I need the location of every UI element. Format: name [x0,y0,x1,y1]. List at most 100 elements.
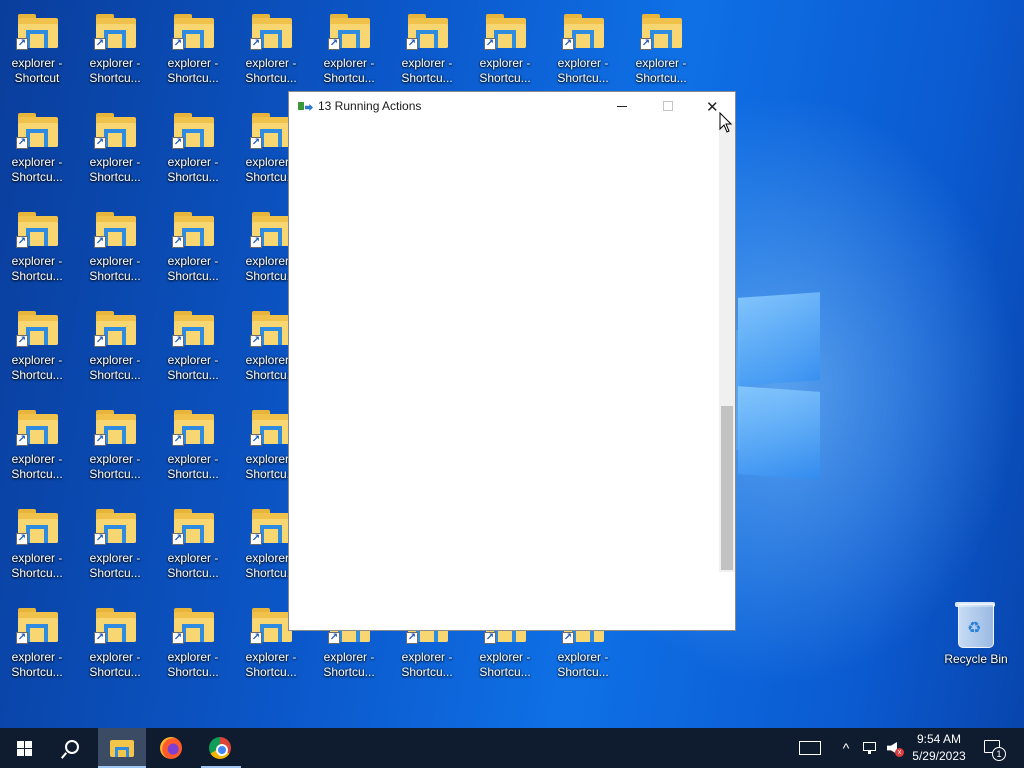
folder-icon: ↗ [172,606,216,646]
folder-icon: ↗ [484,12,528,52]
shortcut-arrow-icon: ↗ [94,632,106,644]
taskbar-firefox[interactable] [148,728,196,768]
desktop-shortcut-explorer[interactable]: ↗ explorer - Shortcu... [156,309,230,401]
desktop-icon-label: explorer - Shortcu... [557,650,609,679]
shortcut-arrow-icon: ↗ [94,38,106,50]
desktop-icon-label: explorer - Shortcu... [89,452,141,481]
clock-time: 9:54 AM [916,732,962,746]
desktop-shortcut-explorer[interactable]: ↗ explorer - Shortcu... [156,606,230,698]
shortcut-arrow-icon: ↗ [250,38,262,50]
desktop-icon-label: explorer - Shortcu... [401,56,453,85]
desktop-shortcut-explorer[interactable]: ↗ explorer - Shortcu... [0,309,74,401]
shortcut-arrow-icon: ↗ [94,335,106,347]
shortcut-arrow-icon: ↗ [328,632,340,644]
desktop-icon-label: explorer - Shortcu... [89,551,141,580]
folder-icon: ↗ [172,210,216,250]
folder-icon: ↗ [94,111,138,151]
desktop-icon-label: explorer - Shortcu... [401,650,453,679]
desktop-shortcut-explorer[interactable]: ↗ explorer - Shortcu... [156,210,230,302]
desktop-shortcut-explorer[interactable]: ↗ explorer - Shortcu... [156,12,230,104]
desktop-icon-label: explorer - Shortcu... [167,353,219,382]
clock[interactable]: 9:54 AM 5/29/2023 [908,728,970,768]
shortcut-arrow-icon: ↗ [16,335,28,347]
desktop-shortcut-explorer[interactable]: ↗ explorer - Shortcu... [78,210,152,302]
scrollbar-thumb[interactable] [721,406,733,570]
desktop-shortcut-explorer[interactable]: ↗ explorer - Shortcu... [156,408,230,500]
taskbar: ^ x 9:54 AM 5/29/2023 1 [0,728,1024,768]
desktop-icon-label: explorer - Shortcu... [11,452,63,481]
folder-icon: ↗ [94,210,138,250]
shortcut-arrow-icon: ↗ [250,434,262,446]
desktop-icon-label: explorer - Shortcu... [11,353,63,382]
desktop-shortcut-explorer[interactable]: ↗ explorer - Shortcu... [0,408,74,500]
volume-button[interactable]: x [884,728,906,768]
desktop-icon-label: explorer - Shortcu... [479,650,531,679]
desktop[interactable]: ↗ explorer - Shortcut ↗ explorer - Shortcu...… [0,0,1024,728]
shortcut-arrow-icon: ↗ [94,434,106,446]
shortcut-arrow-icon: ↗ [484,632,496,644]
shortcut-arrow-icon: ↗ [172,533,184,545]
desktop-shortcut-explorer[interactable]: ↗ explorer - Shortcu... [0,210,74,302]
network-button[interactable] [860,728,880,768]
desktop-shortcut-explorer[interactable]: ↗ explorer - Shortcu... [78,606,152,698]
taskbar-file-explorer[interactable] [98,728,146,768]
title-bar[interactable]: 13 Running Actions ✕ [289,92,735,122]
shortcut-arrow-icon: ↗ [250,533,262,545]
vertical-scrollbar[interactable] [719,122,735,572]
desktop-shortcut-explorer[interactable]: ↗ explorer - Shortcu... [78,408,152,500]
shortcut-arrow-icon: ↗ [16,137,28,149]
folder-icon: ↗ [172,12,216,52]
news-icon [799,741,821,755]
folder-icon: ↗ [328,12,372,52]
shortcut-arrow-icon: ↗ [250,236,262,248]
desktop-icon-label: explorer - Shortcu... [11,155,63,184]
folder-icon: ↗ [94,309,138,349]
notification-count: 1 [992,747,1006,761]
desktop-icon-label: explorer - Shortcu... [89,155,141,184]
shortcut-arrow-icon: ↗ [172,632,184,644]
desktop-shortcut-explorer[interactable]: ↗ explorer - Shortcu... [78,309,152,401]
shortcut-arrow-icon: ↗ [16,38,28,50]
search-button[interactable] [48,728,96,768]
desktop-shortcut-explorer[interactable]: ↗ explorer - Shortcu... [156,507,230,599]
shortcut-arrow-icon: ↗ [172,38,184,50]
recycle-bin-label: Recycle Bin [944,652,1008,666]
folder-icon: ↗ [640,12,684,52]
desktop-shortcut-explorer[interactable]: ↗ explorer - Shortcu... [78,507,152,599]
folder-icon: ↗ [16,507,60,547]
desktop-icon-label: explorer - Shortcu... [89,56,141,85]
folder-icon: ↗ [406,12,450,52]
running-actions-window[interactable]: 13 Running Actions ✕ [288,91,736,631]
desktop-shortcut-explorer[interactable]: ↗ explorer - Shortcu... [78,12,152,104]
desktop-icon-label: explorer - Shortcu... [11,254,63,283]
shortcut-arrow-icon: ↗ [172,236,184,248]
folder-icon: ↗ [16,309,60,349]
shortcut-arrow-icon: ↗ [94,533,106,545]
news-and-interests-button[interactable] [796,728,826,768]
recycle-bin-shortcut[interactable]: ♻ Recycle Bin [940,600,1012,680]
shortcut-arrow-icon: ↗ [562,632,574,644]
desktop-shortcut-explorer[interactable]: ↗ explorer - Shortcu... [0,111,74,203]
shortcut-arrow-icon: ↗ [250,137,262,149]
shortcut-arrow-icon: ↗ [172,137,184,149]
desktop-icon-label: explorer - Shortcu... [167,56,219,85]
desktop-shortcut-explorer[interactable]: ↗ explorer - Shortcu... [156,111,230,203]
maximize-button[interactable] [645,92,691,122]
desktop-shortcut-explorer[interactable]: ↗ explorer - Shortcut [0,12,74,104]
minimize-button[interactable] [599,92,645,122]
windows-logo-pane [738,386,820,480]
desktop-icon-label: explorer - Shortcu... [89,353,141,382]
windows-logo-pane [738,292,820,386]
shortcut-arrow-icon: ↗ [250,335,262,347]
show-hidden-icons-button[interactable]: ^ [836,728,856,768]
taskbar-chrome[interactable] [197,728,245,768]
shortcut-arrow-icon: ↗ [640,38,652,50]
shortcut-arrow-icon: ↗ [16,236,28,248]
clock-date: 5/29/2023 [912,749,966,763]
action-center-button[interactable]: 1 [978,728,1008,768]
desktop-shortcut-explorer[interactable]: ↗ explorer - Shortcu... [0,606,74,698]
start-button[interactable] [0,728,48,768]
desktop-shortcut-explorer[interactable]: ↗ explorer - Shortcu... [78,111,152,203]
maximize-icon [663,101,673,111]
desktop-shortcut-explorer[interactable]: ↗ explorer - Shortcu... [0,507,74,599]
